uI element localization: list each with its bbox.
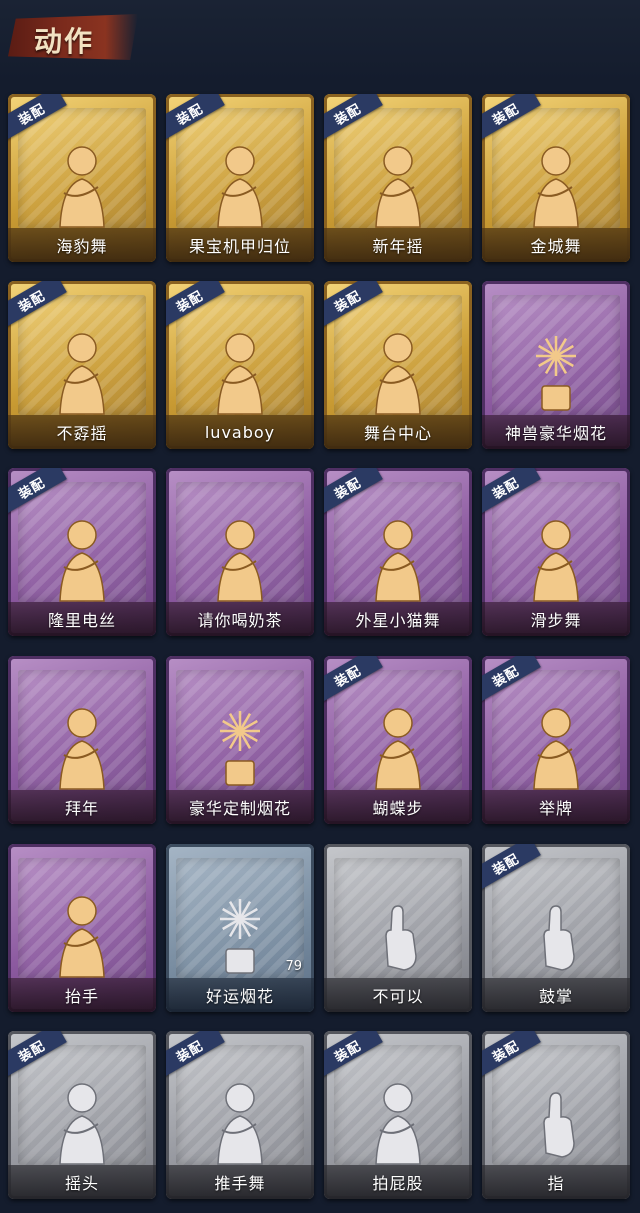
action-card[interactable]: 装配 金城舞 <box>482 94 630 262</box>
dance-figure-icon <box>200 1078 280 1172</box>
action-card[interactable]: 装配 舞台中心 <box>324 281 472 449</box>
dance-figure-icon <box>42 1078 122 1172</box>
action-name: 举牌 <box>538 799 573 818</box>
dance-figure-icon <box>200 515 280 609</box>
dance-figure-icon <box>358 703 438 797</box>
card-label-bar: 新年摇 <box>324 228 472 262</box>
action-card[interactable]: 装配 鼓掌 <box>482 844 630 1012</box>
card-label-bar: 摇头 <box>8 1165 156 1199</box>
card-label-bar: 不可以 <box>324 978 472 1012</box>
action-name: 抬手 <box>64 987 99 1006</box>
action-card[interactable]: 79 好运烟花 <box>166 844 314 1012</box>
action-name: 好运烟花 <box>205 987 274 1006</box>
dance-figure-icon <box>42 703 122 797</box>
action-card[interactable]: 装配 举牌 <box>482 656 630 824</box>
action-card[interactable]: 装配指 <box>482 1031 630 1199</box>
dance-figure-icon <box>42 891 122 985</box>
action-card[interactable]: 装配 luvaboy <box>166 281 314 449</box>
dance-figure-icon <box>516 141 596 235</box>
card-label-bar: 神兽豪华烟花 <box>482 415 630 449</box>
action-name: luvaboy <box>204 422 276 442</box>
dance-figure-icon <box>516 515 596 609</box>
card-label-bar: 请你喝奶茶 <box>166 602 314 636</box>
action-card[interactable]: 装配 推手舞 <box>166 1031 314 1199</box>
action-name: 滑步舞 <box>530 611 582 630</box>
dance-figure-icon <box>358 1078 438 1172</box>
card-label-bar: 鼓掌 <box>482 978 630 1012</box>
hand-icon <box>516 1083 596 1167</box>
action-card[interactable]: 装配 隆里电丝 <box>8 468 156 636</box>
dance-figure-icon <box>42 141 122 235</box>
card-label-bar: luvaboy <box>166 415 314 449</box>
action-name: 隆里电丝 <box>47 611 116 630</box>
action-card[interactable]: 装配 拍屁股 <box>324 1031 472 1199</box>
action-name: 舞台中心 <box>363 424 432 443</box>
action-name: 神兽豪华烟花 <box>504 424 607 443</box>
action-card[interactable]: 拜年 <box>8 656 156 824</box>
dance-figure-icon <box>358 328 438 422</box>
action-name: 推手舞 <box>214 1174 266 1193</box>
action-card[interactable]: 装配 不孬摇 <box>8 281 156 449</box>
dance-figure-icon <box>516 703 596 797</box>
action-name: 拍屁股 <box>372 1174 424 1193</box>
action-name: 鼓掌 <box>538 987 573 1006</box>
action-name: 摇头 <box>64 1174 99 1193</box>
action-name: 豪华定制烟花 <box>188 799 291 818</box>
action-name: 不可以 <box>372 987 424 1006</box>
action-name: 新年摇 <box>372 237 424 256</box>
card-label-bar: 推手舞 <box>166 1165 314 1199</box>
card-label-bar: 舞台中心 <box>324 415 472 449</box>
firework-icon <box>200 891 280 985</box>
card-label-bar: 海豹舞 <box>8 228 156 262</box>
action-card[interactable]: 装配 蝴蝶步 <box>324 656 472 824</box>
action-name: 外星小猫舞 <box>355 611 441 630</box>
card-label-bar: 指 <box>482 1165 630 1199</box>
dance-figure-icon <box>42 328 122 422</box>
dance-figure-icon <box>42 515 122 609</box>
hand-icon <box>358 896 438 980</box>
card-label-bar: 拜年 <box>8 790 156 824</box>
action-name: 请你喝奶茶 <box>197 611 283 630</box>
action-card[interactable]: 装配 摇头 <box>8 1031 156 1199</box>
dance-figure-icon <box>200 328 280 422</box>
dance-figure-icon <box>200 141 280 235</box>
action-card[interactable]: 装配 新年摇 <box>324 94 472 262</box>
action-name: 蝴蝶步 <box>372 799 424 818</box>
firework-icon <box>200 703 280 797</box>
card-label-bar: 蝴蝶步 <box>324 790 472 824</box>
card-label-bar: 金城舞 <box>482 228 630 262</box>
action-grid: 装配 海豹舞 装配 果宝机甲归位 装配 新年摇 装配 金城舞 装配 不孬摇 装配 luvab… <box>0 0 640 1213</box>
action-card[interactable]: 装配 外星小猫舞 <box>324 468 472 636</box>
action-card[interactable]: 神兽豪华烟花 <box>482 281 630 449</box>
card-label-bar: 抬手 <box>8 978 156 1012</box>
card-label-bar: 外星小猫舞 <box>324 602 472 636</box>
item-count: 79 <box>285 959 302 974</box>
card-label-bar: 好运烟花 <box>166 978 314 1012</box>
action-name: 果宝机甲归位 <box>188 237 291 256</box>
action-card[interactable]: 抬手 <box>8 844 156 1012</box>
action-card[interactable]: 装配 海豹舞 <box>8 94 156 262</box>
dance-figure-icon <box>358 141 438 235</box>
card-label-bar: 果宝机甲归位 <box>166 228 314 262</box>
card-label-bar: 豪华定制烟花 <box>166 790 314 824</box>
action-card[interactable]: 不可以 <box>324 844 472 1012</box>
action-name: 指 <box>547 1174 565 1193</box>
action-name: 不孬摇 <box>56 424 108 443</box>
action-name: 金城舞 <box>530 237 582 256</box>
action-card[interactable]: 请你喝奶茶 <box>166 468 314 636</box>
action-name: 海豹舞 <box>56 237 108 256</box>
card-label-bar: 举牌 <box>482 790 630 824</box>
card-label-bar: 滑步舞 <box>482 602 630 636</box>
action-name: 拜年 <box>64 799 99 818</box>
card-label-bar: 不孬摇 <box>8 415 156 449</box>
action-card[interactable]: 装配 果宝机甲归位 <box>166 94 314 262</box>
action-card[interactable]: 装配 滑步舞 <box>482 468 630 636</box>
action-card[interactable]: 豪华定制烟花 <box>166 656 314 824</box>
card-label-bar: 拍屁股 <box>324 1165 472 1199</box>
hand-icon <box>516 896 596 980</box>
card-label-bar: 隆里电丝 <box>8 602 156 636</box>
dance-figure-icon <box>358 515 438 609</box>
firework-icon <box>516 328 596 422</box>
